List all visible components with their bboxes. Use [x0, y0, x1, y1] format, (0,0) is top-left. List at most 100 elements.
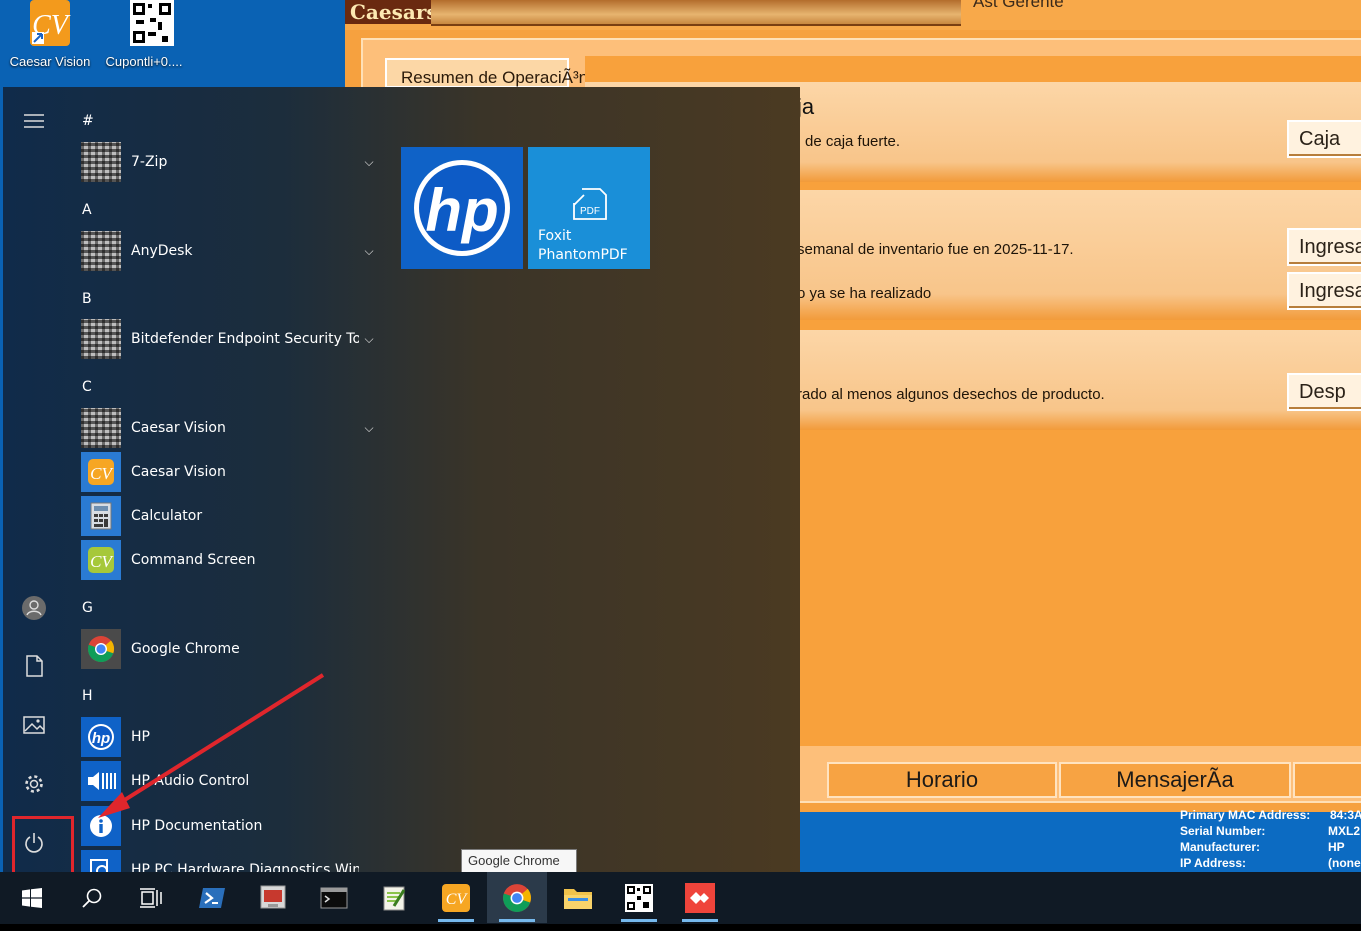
search-icon — [82, 888, 102, 908]
app-item-label: Calculator — [131, 508, 203, 524]
taskbar-qr-app[interactable] — [609, 872, 669, 923]
taskbar-powershell[interactable] — [182, 872, 242, 923]
anydesk-icon — [81, 231, 121, 271]
info-value: MXL2 — [1328, 824, 1361, 838]
info-label: Manufacturer: — [1180, 840, 1261, 854]
chevron-down-icon[interactable]: ⌵ — [359, 332, 379, 347]
pdf-icon: PDF — [573, 188, 607, 220]
app-item-label: HP Documentation — [131, 818, 263, 834]
desktop-icon-cupontli[interactable]: Cupontli+0.... — [96, 0, 192, 72]
chevron-down-icon[interactable]: ⌵ — [359, 421, 379, 436]
group-letter[interactable]: H — [82, 688, 93, 704]
group-letter[interactable]: # — [82, 113, 94, 129]
app-item-caesar-vision[interactable]: CV Caesar Vision — [81, 452, 381, 492]
row-text: o ya se ha realizado — [797, 285, 932, 302]
app-item-label: HP Audio Control — [131, 773, 250, 789]
tile-hp[interactable]: hp — [401, 147, 523, 269]
app-item-bitdefender[interactable]: Bitdefender Endpoint Security To... ⌵ — [81, 319, 381, 359]
info-value: 84:3A — [1330, 808, 1361, 822]
caesar-vision-folder-icon — [81, 408, 121, 448]
group-letter[interactable]: C — [82, 379, 92, 395]
app-item-label: Bitdefender Endpoint Security To... — [131, 331, 359, 347]
group-letter[interactable]: B — [82, 291, 92, 307]
svg-text:CV: CV — [90, 552, 114, 571]
hamburger-icon[interactable] — [3, 97, 65, 145]
group-letter[interactable]: A — [82, 202, 92, 218]
app-item-hp-audio-control[interactable]: HP Audio Control — [81, 761, 381, 801]
tab-next[interactable] — [1293, 762, 1361, 798]
tab-resumen-operacion[interactable]: Resumen de OperaciÃ³n — [385, 58, 588, 88]
gear-icon[interactable] — [3, 760, 65, 808]
hp-logo-icon: hp — [414, 160, 510, 256]
taskbar-google-chrome[interactable] — [487, 872, 547, 923]
info-value: (none — [1328, 856, 1361, 870]
app-logo: Caesars — [345, 0, 431, 24]
tile-label-line: Foxit — [538, 228, 572, 244]
anydesk-icon — [685, 882, 715, 913]
info-value: HP — [1328, 840, 1345, 854]
taskbar-notepad-plus[interactable] — [364, 872, 424, 923]
remote-desktop-icon — [260, 885, 286, 908]
user-icon[interactable] — [3, 584, 65, 632]
app-item-command-screen[interactable]: CV Command Screen — [81, 540, 381, 580]
taskbar-anydesk[interactable] — [670, 872, 730, 923]
app-item-google-chrome[interactable]: Google Chrome — [81, 629, 381, 669]
windows-start-button[interactable] — [2, 872, 62, 923]
row-text: rado al menos algunos desechos de produc… — [797, 386, 1105, 403]
qr-code-icon — [114, 0, 174, 48]
desperdicios-button[interactable]: Desp — [1287, 373, 1361, 411]
desktop-icon-caesar-vision[interactable]: CV Caesar Vision — [2, 0, 98, 72]
app-item-label: Caesar Vision — [131, 420, 226, 436]
hp-icon: hp — [81, 717, 121, 757]
svg-text:hp: hp — [425, 177, 498, 244]
info-label: Serial Number: — [1180, 824, 1266, 838]
info-label: Primary MAC Address: — [1180, 808, 1311, 822]
7zip-icon — [81, 142, 121, 182]
app-item-caesar-vision-folder[interactable]: Caesar Vision ⌵ — [81, 408, 381, 448]
taskbar-caesar-vision[interactable]: CV — [426, 872, 486, 923]
chevron-down-icon[interactable]: ⌵ — [359, 155, 379, 170]
app-item-label: HP PC Hardware Diagnostics Windo... — [131, 862, 359, 872]
app-item-hp[interactable]: hp HP — [81, 717, 381, 757]
bitdefender-icon — [81, 319, 121, 359]
row-text: semanal de inventario fue en 2025-11-17. — [797, 241, 1074, 258]
powershell-icon — [199, 887, 225, 908]
app-item-7zip[interactable]: 7-Zip ⌵ — [81, 142, 381, 182]
power-highlight-box — [12, 816, 74, 876]
taskbar-file-explorer[interactable] — [548, 872, 608, 923]
group-letter[interactable]: G — [82, 600, 93, 616]
diagnostics-icon — [81, 850, 121, 872]
calculator-icon — [81, 496, 121, 536]
app-item-hp-hardware-diagnostics[interactable]: HP PC Hardware Diagnostics Windo... — [81, 850, 381, 872]
app-item-calculator[interactable]: Calculator — [81, 496, 381, 536]
app-item-label: 7-Zip — [131, 154, 168, 170]
taskbar-terminal[interactable] — [304, 872, 364, 923]
document-icon[interactable] — [3, 642, 65, 690]
taskbar-remote-desktop[interactable] — [243, 872, 303, 923]
search-button[interactable] — [62, 872, 122, 923]
svg-text:CV: CV — [446, 891, 469, 908]
tab-horario[interactable]: Horario — [827, 762, 1057, 798]
ingresar-realizado-button[interactable]: Ingresar — [1287, 272, 1361, 310]
chevron-down-icon[interactable]: ⌵ — [359, 244, 379, 259]
start-rail — [3, 87, 65, 872]
audio-control-icon — [81, 761, 121, 801]
app-item-hp-documentation[interactable]: HP Documentation — [81, 806, 381, 846]
qr-code-icon — [625, 883, 653, 912]
desktop-icon-label: Caesar Vision — [9, 54, 91, 69]
pictures-icon[interactable] — [3, 701, 65, 749]
task-view-button[interactable] — [121, 872, 181, 923]
tile-foxit-phantompdf[interactable]: PDF Foxit PhantomPDF — [528, 147, 650, 269]
tab-mensajeria[interactable]: MensajerÃ­a — [1059, 762, 1291, 798]
ingresar-inventario-button[interactable]: Ingresar — [1287, 228, 1361, 266]
row-text: de caja fuerte. — [805, 133, 901, 150]
svg-text:CV: CV — [90, 464, 114, 483]
terminal-icon — [320, 887, 348, 908]
tile-label: Foxit PhantomPDF — [538, 227, 628, 265]
app-item-anydesk[interactable]: AnyDesk ⌵ — [81, 231, 381, 271]
caesar-vision-icon: CV — [81, 452, 121, 492]
taskbar-bottom-edge — [0, 924, 1361, 931]
taskbar: CV — [0, 872, 1361, 931]
app-item-label: Command Screen — [131, 552, 256, 568]
caja-button[interactable]: Caja — [1287, 120, 1361, 158]
